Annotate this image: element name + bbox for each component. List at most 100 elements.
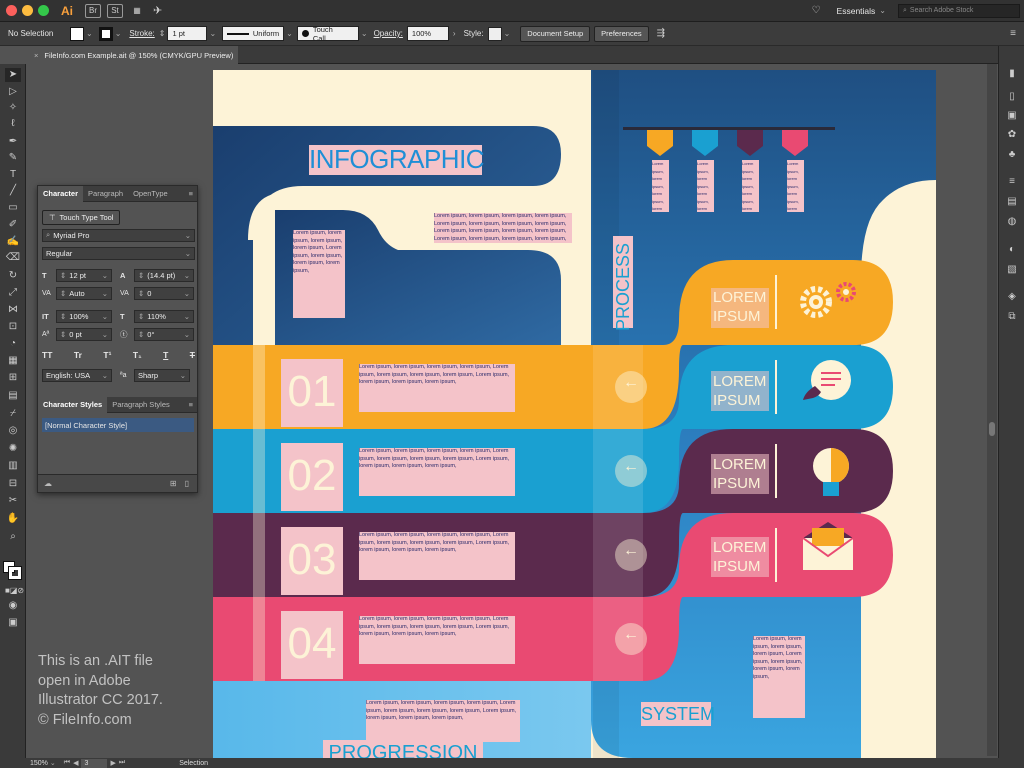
stroke-weight-field[interactable]: 1 pt — [167, 26, 208, 41]
preferences-button[interactable]: Preferences — [594, 25, 649, 42]
number-04[interactable]: 04 — [281, 614, 343, 674]
lorem-paragraph-02[interactable]: Lorem ipsum, lorem ipsum, lorem ipsum, l… — [359, 448, 515, 496]
stroke-swatch[interactable] — [98, 26, 113, 41]
zoom-level[interactable]: 150% — [30, 760, 48, 767]
lorem-paragraph-03[interactable]: Lorem ipsum, lorem ipsum, lorem ipsum, l… — [359, 532, 515, 580]
eraser-tool-icon[interactable]: ⌫ — [5, 251, 21, 265]
slice-tool-icon[interactable]: ✂ — [5, 494, 21, 508]
lorem-ipsum-label-2[interactable]: LOREM IPSUM — [713, 372, 769, 410]
small-caps-icon[interactable]: Tr — [74, 350, 82, 360]
rotate-tool-icon[interactable]: ↻ — [5, 269, 21, 283]
lightbulb-icon[interactable]: ♡ — [812, 5, 821, 16]
graphic-styles-icon[interactable]: ▧ — [1006, 264, 1018, 276]
chevron-down-icon[interactable]: ⌄ — [86, 29, 93, 38]
perspective-grid-tool-icon[interactable]: ▦ — [5, 354, 21, 368]
page-number[interactable]: 3 — [81, 758, 108, 768]
scale-tool-icon[interactable]: ⤢ — [5, 286, 21, 300]
lorem-flag-2[interactable]: Lorem ipsum, lorem ipsum, lorem ipsum, l… — [697, 160, 714, 212]
direct-selection-tool-icon[interactable]: ▷ — [5, 85, 21, 99]
character-rotation-field[interactable]: ⇕ 0° ⌄ — [134, 327, 194, 341]
selection-tool-icon[interactable]: ➤ — [5, 68, 21, 82]
vertical-scrollbar[interactable] — [987, 64, 997, 756]
arrange-icon[interactable]: ⇶ — [657, 28, 665, 39]
tab-paragraph[interactable]: Paragraph — [83, 189, 128, 198]
lorem-flag-1[interactable]: Lorem ipsum, lorem ipsum, lorem ipsum, l… — [652, 160, 669, 212]
leading-field[interactable]: ⇕ (14.4 pt) ⌄ — [134, 268, 194, 282]
tab-character[interactable]: Character — [38, 185, 84, 202]
stroke-color-icon[interactable] — [8, 566, 22, 580]
chevron-right-icon[interactable]: › — [453, 29, 456, 38]
stock-icon[interactable]: St — [107, 3, 123, 18]
graphic-style-swatch[interactable] — [487, 26, 502, 41]
last-page-icon[interactable]: ⏭ — [119, 759, 125, 767]
adobe-stock-search[interactable]: ⌕ Search Adobe Stock — [898, 3, 1020, 18]
vertical-scale-field[interactable]: ⇕ 100% ⌄ — [56, 309, 112, 323]
document-setup-button[interactable]: Document Setup — [520, 25, 591, 42]
lorem-ipsum-label-1[interactable]: LOREM IPSUM — [713, 288, 769, 326]
next-page-icon[interactable]: ▶ — [110, 759, 115, 767]
lorem-paragraph-01[interactable]: Lorem ipsum, lorem ipsum, lorem ipsum, l… — [359, 364, 515, 412]
font-size-field[interactable]: ⇕ 12 pt ⌄ — [56, 268, 112, 282]
lorem-paragraph-04[interactable]: Lorem ipsum, lorem ipsum, lorem ipsum, l… — [359, 616, 515, 664]
new-style-icon[interactable]: ⊞ — [170, 479, 177, 488]
previous-page-icon[interactable]: ◀ — [73, 759, 78, 767]
strikethrough-icon[interactable]: T — [190, 350, 195, 360]
chevron-down-icon[interactable]: ⌄ — [50, 759, 56, 767]
type-tool-icon[interactable]: T — [5, 168, 21, 182]
tracking-field[interactable]: ⇕ 0 ⌄ — [134, 286, 194, 300]
all-caps-icon[interactable]: TT — [42, 350, 52, 360]
panel-menu-icon[interactable]: ≡ — [1010, 28, 1016, 39]
magic-wand-tool-icon[interactable]: ✧ — [5, 101, 21, 115]
zoom-tool-icon[interactable]: ⌕ — [5, 530, 21, 544]
tab-opentype[interactable]: OpenType — [128, 189, 173, 198]
graph-tool-icon[interactable]: ▥ — [5, 459, 21, 473]
panel-menu-icon[interactable]: ≡ — [189, 400, 193, 409]
gpu-rocket-icon[interactable]: ✈ — [153, 4, 162, 17]
number-01[interactable]: 01 — [281, 362, 343, 422]
tab-paragraph-styles[interactable]: Paragraph Styles — [107, 400, 175, 409]
system-label[interactable]: SYSTEM — [641, 702, 715, 726]
bridge-icon[interactable]: Br — [85, 3, 101, 18]
chevron-down-icon[interactable]: ⌄ — [361, 29, 368, 38]
symbols-icon[interactable]: ♣ — [1006, 149, 1018, 161]
variable-width-profile[interactable]: Uniform — [222, 26, 285, 41]
lorem-paragraph-bottom[interactable]: Lorem ipsum, lorem ipsum, lorem ipsum, l… — [366, 700, 520, 742]
appearance-icon[interactable]: ◐ — [1006, 244, 1018, 256]
touch-type-tool-button[interactable]: ⊤ Touch Type Tool — [42, 209, 121, 225]
minimize-window-button[interactable] — [22, 5, 33, 16]
font-style-dropdown[interactable]: Regular ⌄ — [42, 246, 195, 260]
number-02[interactable]: 02 — [281, 446, 343, 506]
tab-character-styles[interactable]: Character Styles — [38, 396, 108, 413]
libraries-icon[interactable]: ▯ — [1006, 91, 1018, 103]
document-tab[interactable]: × FileInfo.com Example.ait @ 150% (CMYK/… — [28, 46, 238, 64]
lorem-ipsum-label-4[interactable]: LOREM IPSUM — [713, 538, 769, 576]
rectangle-tool-icon[interactable]: ▭ — [5, 201, 21, 215]
artboard-canvas[interactable]: INFOGRAPHIC PROCESS SYSTEM PROGRESSION 0… — [213, 70, 936, 758]
lorem-flag-4[interactable]: Lorem ipsum, lorem ipsum, lorem ipsum, l… — [787, 160, 804, 212]
lorem-paragraph-top[interactable]: Lorem ipsum, lorem ipsum, lorem ipsum, l… — [434, 213, 572, 243]
scrollbar-thumb[interactable] — [989, 422, 995, 436]
panel-menu-icon[interactable]: ≡ — [189, 189, 193, 198]
horizontal-scale-field[interactable]: ⇕ 110% ⌄ — [134, 309, 194, 323]
chevron-down-icon[interactable]: ⌄ — [286, 29, 293, 38]
pen-tool-icon[interactable]: ✒ — [5, 135, 21, 149]
process-label[interactable]: PROCESS — [613, 243, 633, 331]
gradient-panel-icon[interactable]: ▤ — [1006, 196, 1018, 208]
lorem-flag-3[interactable]: Lorem ipsum, lorem ipsum, lorem ipsum, l… — [742, 160, 759, 212]
workspace-switcher[interactable]: Essentials — [837, 6, 876, 16]
font-family-dropdown[interactable]: ⌕ Myriad Pro ⌄ — [42, 228, 195, 242]
lorem-ipsum-label-3[interactable]: LOREM IPSUM — [713, 455, 769, 493]
curvature-tool-icon[interactable]: ✎ — [5, 151, 21, 165]
lorem-column-right[interactable]: Lorem ipsum, lorem ipsum, lorem ipsum, l… — [753, 636, 805, 718]
transparency-icon[interactable]: ◍ — [1006, 216, 1018, 228]
baseline-shift-field[interactable]: ⇕ 0 pt ⌄ — [56, 327, 112, 341]
chevron-down-icon[interactable]: ⌄ — [209, 29, 216, 38]
number-03[interactable]: 03 — [281, 530, 343, 590]
screen-mode-icon[interactable]: ▣ — [5, 616, 21, 630]
infographic-title[interactable]: INFOGRAPHIC — [309, 144, 485, 174]
blend-tool-icon[interactable]: ◎ — [5, 424, 21, 438]
stroke-label[interactable]: Stroke: — [129, 29, 154, 38]
opacity-field[interactable]: 100% — [406, 26, 449, 41]
first-page-icon[interactable]: ⏮ — [64, 759, 70, 767]
gradient-tool-icon[interactable]: ▤ — [5, 389, 21, 403]
